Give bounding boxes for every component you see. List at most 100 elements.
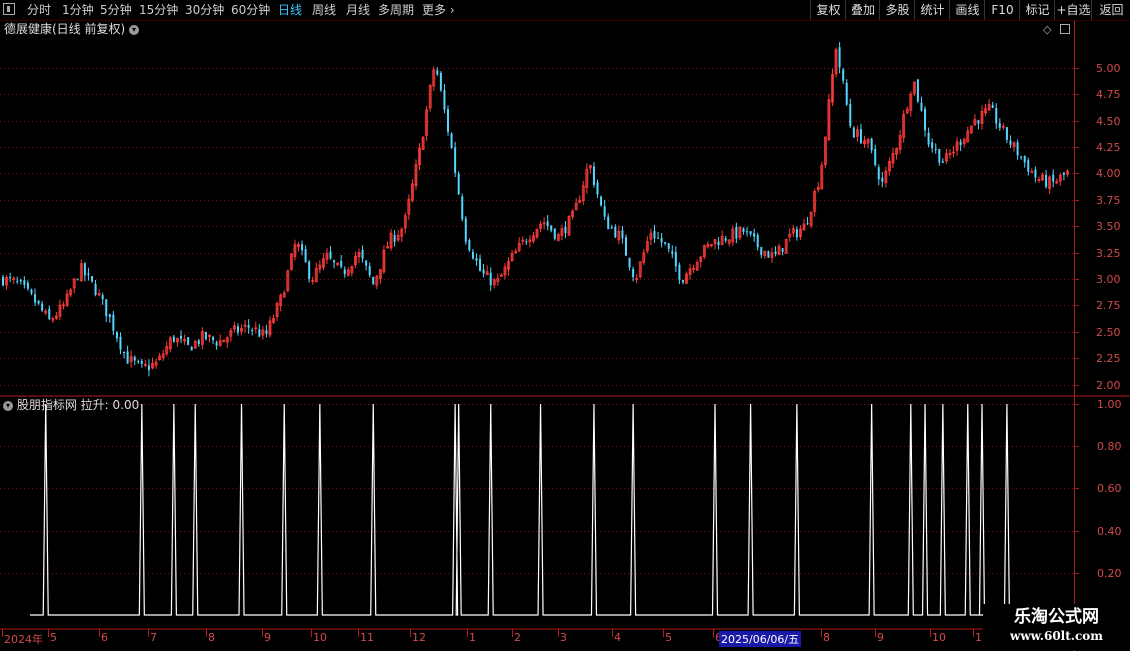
price-tick-label: 4.75 — [1096, 87, 1121, 101]
candle-body — [610, 227, 613, 229]
candle-body — [924, 108, 927, 131]
tab-period-2[interactable]: 5分钟 — [100, 1, 132, 19]
diamond-icon[interactable]: ◇ — [1043, 23, 1051, 36]
chevron-down-icon[interactable]: ▾ — [129, 24, 140, 35]
toolbar-button-2[interactable]: 多股 — [879, 0, 915, 20]
candle-body — [600, 196, 603, 206]
candle-body — [479, 258, 482, 271]
candle-body — [931, 142, 934, 149]
x-tick-label: 1 — [469, 631, 476, 644]
x-tick-label: 9 — [877, 631, 884, 644]
candle-body — [2, 276, 4, 286]
x-tick-label: 4 — [614, 631, 621, 644]
candle-body — [681, 280, 684, 283]
candle-body — [938, 149, 941, 163]
candle-body — [845, 82, 848, 105]
indicator-tick-label: 0.20 — [1097, 566, 1122, 580]
candle-body — [1027, 160, 1030, 172]
candle-body — [105, 299, 108, 317]
candle-body — [881, 177, 884, 182]
candle-body — [91, 276, 93, 282]
price-tick-label: 5.00 — [1096, 61, 1121, 75]
cursor-date-label: 2025/06/06/五 — [719, 631, 802, 647]
candle-body — [365, 260, 368, 266]
watermark-url: www.60lt.com — [1010, 629, 1103, 643]
candle-body — [137, 360, 140, 362]
x-tick-label: 10 — [313, 631, 327, 644]
candle-body — [842, 69, 845, 81]
candle-body — [115, 332, 118, 339]
toolbar-button-1[interactable]: 叠加 — [845, 0, 880, 20]
candle-body — [30, 289, 33, 294]
tab-period-3[interactable]: 15分钟 — [139, 1, 178, 19]
toolbar-button-5[interactable]: F10 — [984, 0, 1020, 20]
candle-body — [1005, 127, 1008, 140]
candle-body — [550, 225, 553, 231]
candle-body — [258, 329, 261, 337]
candle-body — [123, 352, 126, 354]
candle-body — [959, 141, 962, 146]
x-tick-label: 7 — [150, 631, 157, 644]
candle-body — [87, 273, 90, 275]
toolbar-button-3[interactable]: 统计 — [914, 0, 950, 20]
candle-body — [991, 104, 994, 108]
toolbar-button-8[interactable]: 返回 — [1091, 0, 1130, 20]
toolbar-button-7[interactable]: +自选 — [1054, 0, 1092, 20]
candle-body — [251, 329, 254, 331]
candle-body — [749, 231, 752, 235]
chart-area: 德展健康(日线 前复权) ▾ ◇ ▾ 股朋指标网 拉升: 0.00 5.00 4.… — [0, 21, 1130, 651]
price-tick-label: 2.50 — [1096, 325, 1121, 339]
candle-body — [119, 336, 122, 350]
candle-body — [140, 361, 143, 364]
tab-period-9[interactable]: 多周期 — [378, 1, 414, 19]
candle-body — [742, 228, 745, 233]
candle-body — [461, 196, 464, 220]
tab-period-5[interactable]: 60分钟 — [231, 1, 270, 19]
tab-period-8[interactable]: 月线 — [346, 1, 370, 19]
candle-body — [795, 229, 798, 238]
candle-body — [475, 258, 478, 261]
tab-period-10[interactable]: 更多 › — [422, 1, 455, 19]
candle-body — [1030, 171, 1034, 174]
price-tick-label: 2.00 — [1096, 378, 1121, 392]
tab-period-1[interactable]: 1分钟 — [62, 1, 94, 19]
candle-body — [190, 346, 193, 351]
candle-body — [236, 326, 239, 333]
candle-body — [724, 238, 727, 241]
candle-body — [436, 70, 439, 75]
indicator-tick-label: 0.40 — [1097, 524, 1122, 538]
candle-body — [34, 294, 37, 303]
tab-period-7[interactable]: 周线 — [312, 1, 336, 19]
candle-body — [1020, 156, 1023, 158]
candle-body — [108, 313, 111, 317]
panel-toggle-icon[interactable] — [3, 3, 15, 15]
x-tick-label: 8 — [823, 631, 830, 644]
candle-body — [489, 272, 492, 286]
candle-body — [1034, 169, 1037, 178]
tab-period-6[interactable]: 日线 — [278, 1, 302, 19]
candle-body — [760, 246, 763, 255]
candle-body — [301, 244, 304, 251]
toolbar-button-0[interactable]: 复权 — [810, 0, 846, 20]
candle-body — [180, 336, 182, 339]
x-tick-label: 2 — [514, 631, 521, 644]
tab-period-0[interactable]: 分时 — [27, 1, 51, 19]
toolbar-button-4[interactable]: 画线 — [949, 0, 985, 20]
tab-period-4[interactable]: 30分钟 — [185, 1, 224, 19]
candle-body — [607, 216, 610, 230]
candle-body — [806, 223, 809, 225]
x-tick-label: 1 — [975, 631, 982, 644]
x-tick-label: 9 — [264, 631, 271, 644]
candle-body — [934, 148, 937, 150]
toolbar-button-6[interactable]: 标记 — [1019, 0, 1055, 20]
candle-body — [621, 230, 624, 239]
kline-chart[interactable] — [0, 21, 1130, 651]
candle-body — [187, 337, 190, 345]
candle-body — [340, 261, 343, 267]
candle-body — [361, 249, 364, 259]
chevron-down-icon[interactable]: ▾ — [3, 400, 13, 411]
candle-body — [628, 257, 631, 268]
candle-body — [41, 303, 44, 311]
panel-layout-icon[interactable] — [1060, 24, 1070, 34]
candle-body — [343, 269, 346, 275]
